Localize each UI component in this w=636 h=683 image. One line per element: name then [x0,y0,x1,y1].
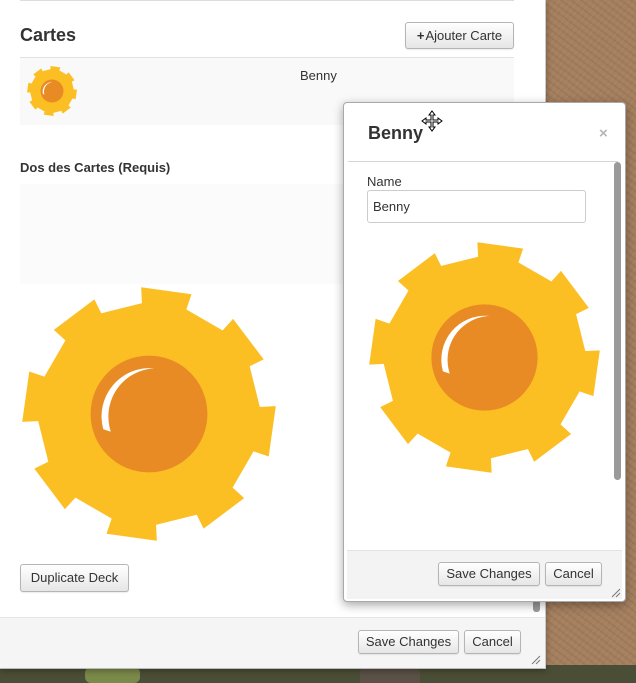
plus-icon: + [416,28,425,43]
name-field-label: Name [367,174,402,189]
card-edit-dialog: Benny × Name Save Changes Cancel [343,102,626,602]
sun-inner [44,82,63,101]
divider [348,161,618,162]
card-image-sun [369,242,600,473]
sun-inner [108,368,205,465]
tabletop-object [85,667,140,683]
cards-section-title: Cartes [20,25,77,45]
add-card-button[interactable]: +Ajouter Carte [405,22,514,49]
save-changes-button[interactable]: Save Changes [438,562,540,586]
card-dialog-title[interactable]: Benny [368,123,423,144]
resize-grip-icon[interactable] [530,654,541,665]
card-back-title: Dos des Cartes (Requis) [20,160,171,175]
divider [20,0,514,1]
duplicate-deck-button[interactable]: Duplicate Deck [20,564,129,592]
close-icon[interactable]: × [599,126,608,141]
card-back-sun-image [22,287,276,541]
scrollbar-thumb[interactable] [614,162,621,480]
card-name: Benny [300,68,337,83]
card-back-drop-area[interactable] [20,184,350,284]
move-cursor-icon [421,110,443,132]
cancel-button[interactable]: Cancel [464,630,521,654]
sun-inner [447,315,536,404]
save-changes-button[interactable]: Save Changes [358,630,459,654]
add-card-label: Ajouter Carte [425,28,503,43]
name-input[interactable] [367,190,586,223]
cancel-button[interactable]: Cancel [545,562,602,586]
resize-grip-icon[interactable] [610,587,621,598]
card-thumbnail-sun-image [27,66,77,116]
